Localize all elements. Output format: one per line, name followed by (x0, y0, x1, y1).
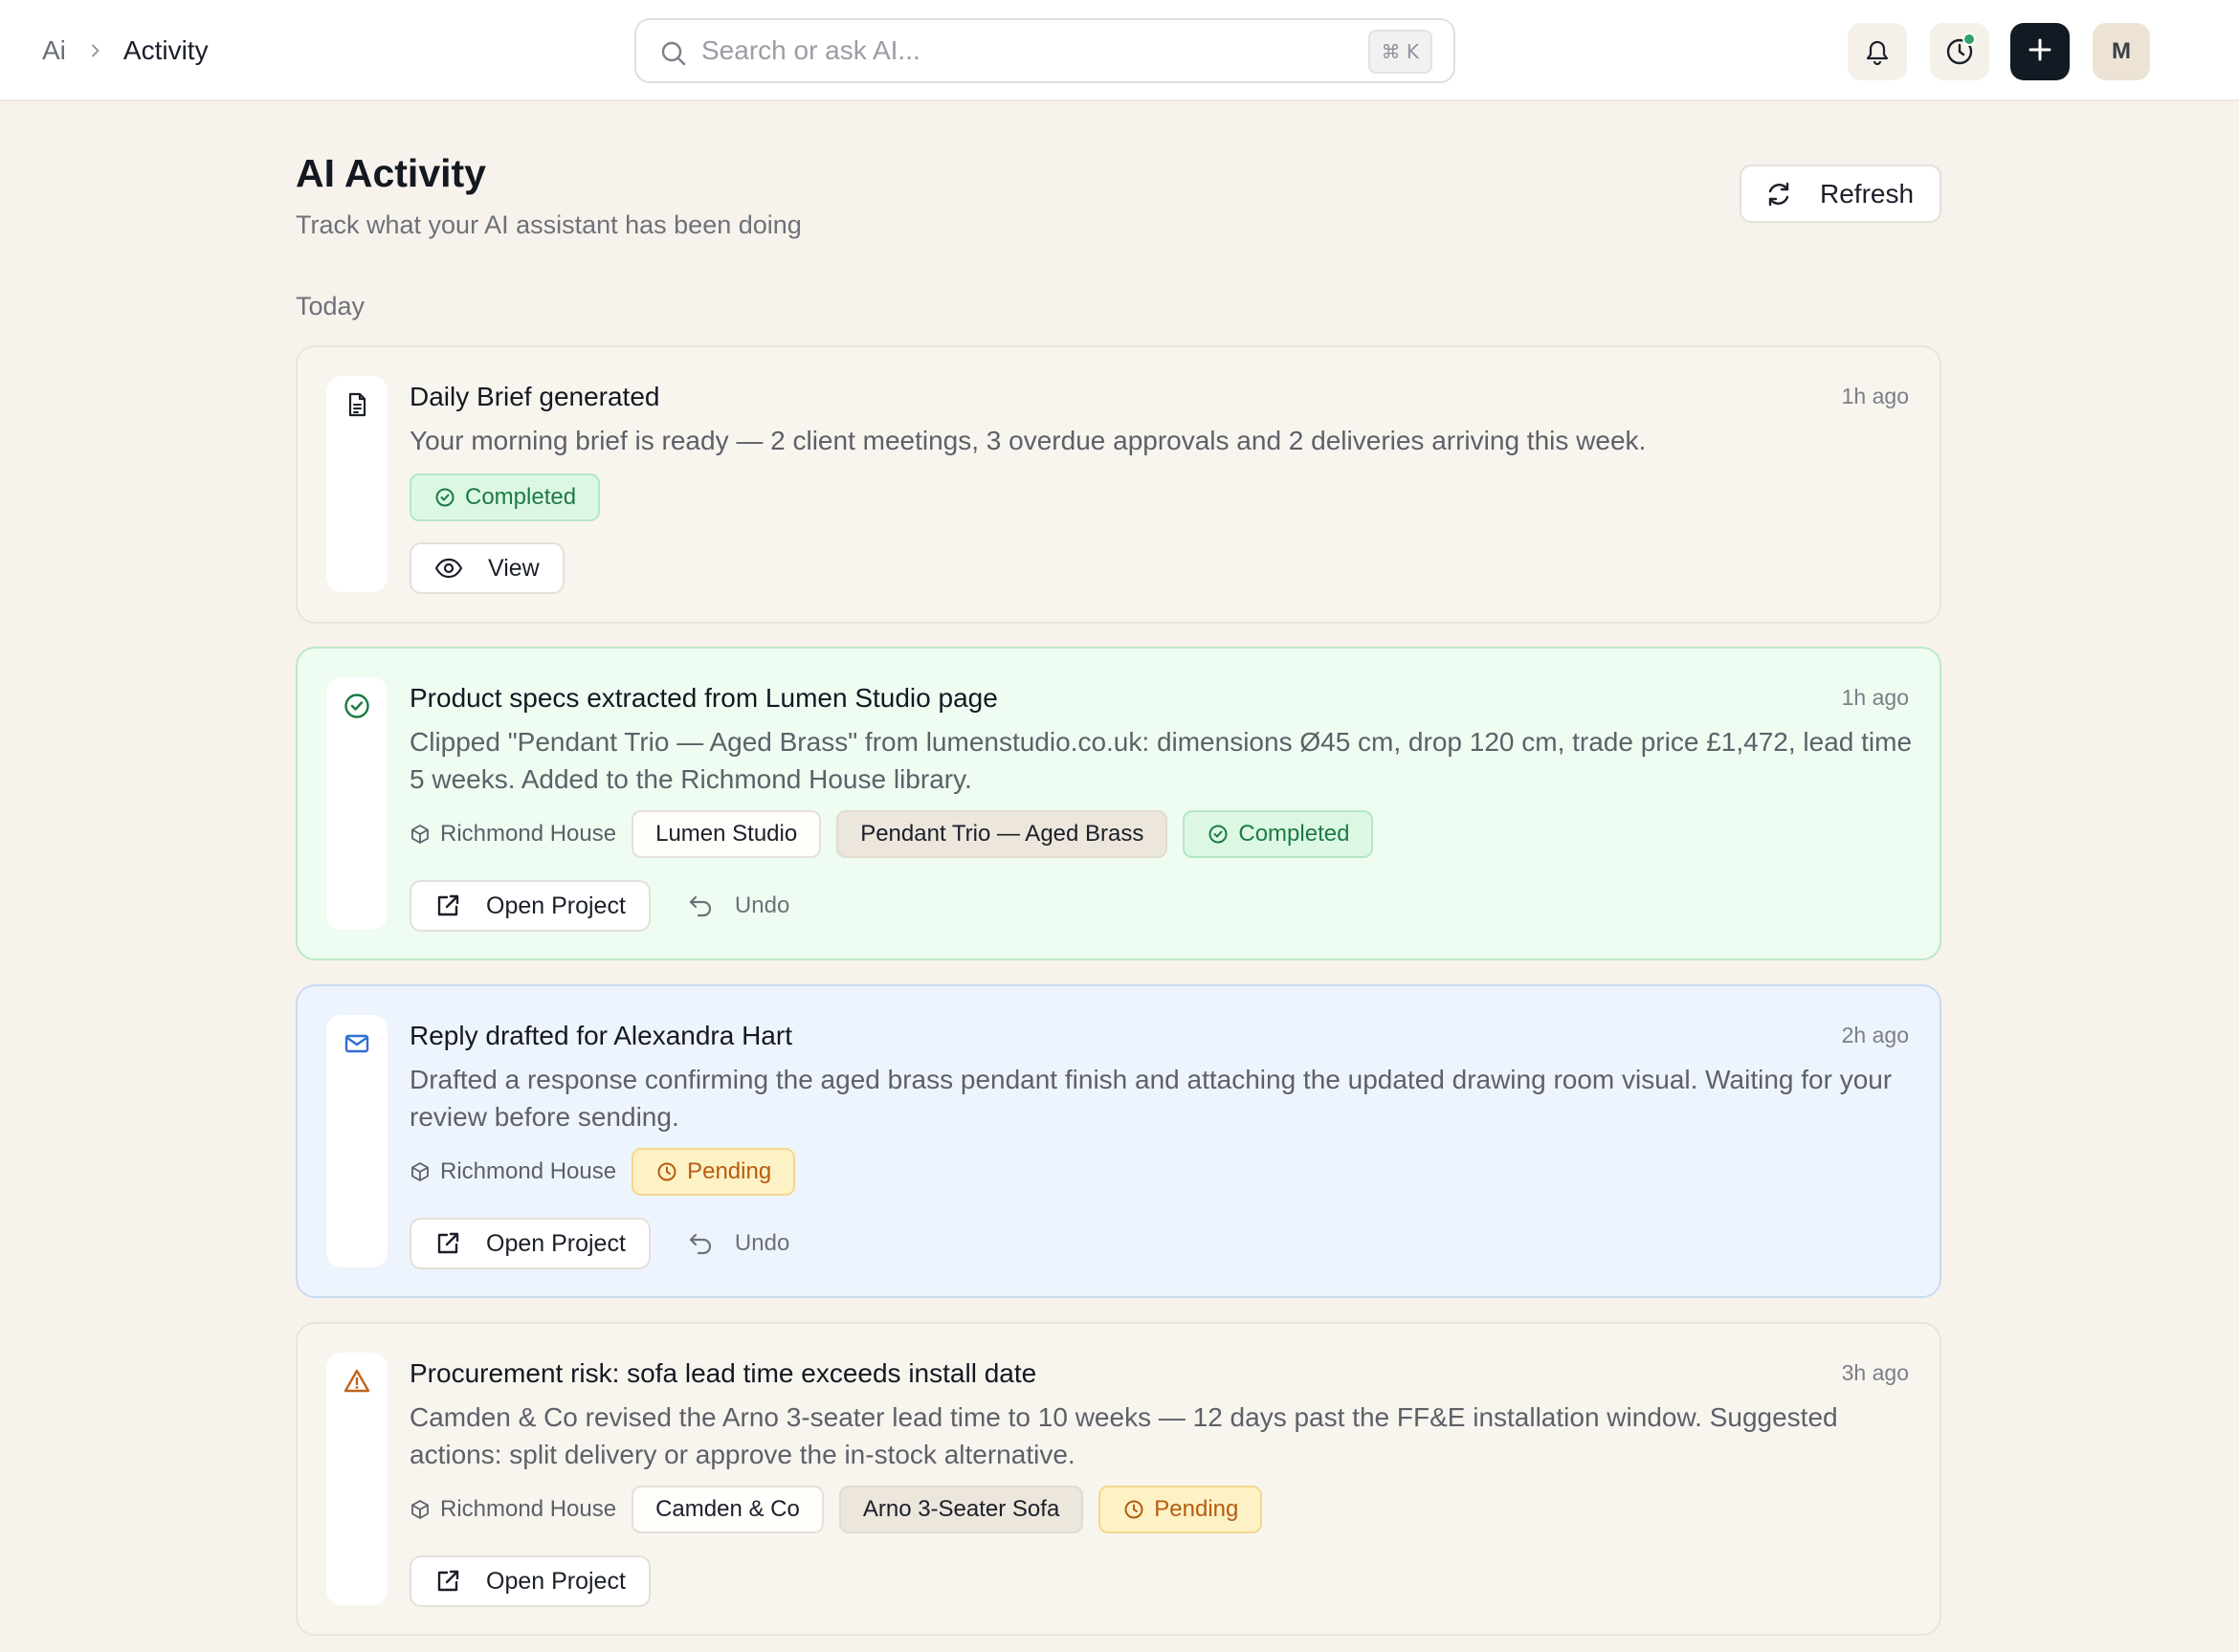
external-link-icon (437, 1570, 459, 1592)
status-label: Completed (465, 484, 577, 510)
open-project-button[interactable]: Open Project (410, 880, 651, 932)
activity-timestamp: 2h ago (1841, 1023, 1909, 1047)
activity-description: Drafted a response confirming the aged b… (410, 1065, 1893, 1132)
open-project-label: Open Project (486, 892, 626, 919)
undo-button[interactable]: Undo (687, 892, 789, 919)
activity-meta-row: Richmond House Camden & Co Arno 3-Seater… (410, 1486, 1277, 1533)
eye-icon (434, 558, 463, 579)
card-icon-rail (326, 376, 388, 592)
undo-label: Undo (734, 892, 790, 918)
activity-title: Procurement risk: sofa lead time exceeds… (410, 1358, 1037, 1388)
activity-action-row: View (410, 542, 565, 594)
search-icon (659, 39, 688, 68)
refresh-label: Refresh (1820, 178, 1915, 209)
open-project-button[interactable]: Open Project (410, 1218, 651, 1269)
open-project-button[interactable]: Open Project (410, 1555, 651, 1607)
activity-meta-row: Richmond House Lumen Studio Pendant Trio… (410, 810, 1388, 858)
clock-icon (657, 1162, 676, 1181)
check-circle-icon (1208, 825, 1228, 844)
search-input[interactable] (701, 32, 1323, 70)
breadcrumb-current: Activity (122, 35, 209, 65)
activity-card: Procurement risk: sofa lead time exceeds… (296, 1322, 1941, 1636)
activity-card: Daily Brief generated 1h ago Your mornin… (296, 345, 1941, 624)
activity-action-row: Open Project Undo (410, 880, 789, 932)
activity-card: Product specs extracted from Lumen Studi… (296, 647, 1941, 960)
undo-label: Undo (734, 1230, 790, 1256)
page-subtitle: Track what your AI assistant has been do… (296, 210, 802, 239)
project-tag[interactable]: Richmond House (410, 821, 616, 848)
refresh-icon (1768, 182, 1789, 206)
breadcrumb: Ai Activity (42, 33, 209, 69)
clock-icon (1124, 1500, 1143, 1519)
notifications-button[interactable] (1848, 23, 1907, 80)
status-label: Completed (1238, 821, 1350, 847)
online-status-dot (1962, 33, 1976, 46)
supplier-chip[interactable]: Lumen Studio (632, 810, 822, 858)
status-badge: Pending (1098, 1486, 1263, 1533)
product-chip[interactable]: Pendant Trio — Aged Brass (836, 810, 1168, 858)
check-circle-icon (344, 693, 370, 719)
activity-meta-row: Completed (410, 474, 615, 521)
undo-icon (689, 1233, 712, 1255)
activity-timestamp: 3h ago (1841, 1360, 1909, 1385)
breadcrumb-root-link[interactable]: Ai (42, 33, 66, 69)
view-button[interactable]: View (410, 542, 565, 594)
supplier-chip[interactable]: Camden & Co (632, 1486, 824, 1533)
activity-title: Reply drafted for Alexandra Hart (410, 1021, 792, 1050)
status-badge: Completed (1183, 810, 1374, 858)
plus-icon (2028, 37, 2052, 67)
page-title: AI Activity (296, 151, 486, 195)
check-circle-icon (435, 488, 454, 507)
status-badge: Completed (410, 474, 601, 521)
project-tag[interactable]: Richmond House (410, 1496, 616, 1523)
project-tag[interactable]: Richmond House (410, 1158, 616, 1185)
document-icon (344, 391, 370, 418)
add-button[interactable] (2010, 23, 2070, 80)
warning-icon (344, 1368, 370, 1395)
undo-icon (689, 895, 712, 917)
product-chip[interactable]: Arno 3-Seater Sofa (838, 1486, 1084, 1533)
refresh-button[interactable]: Refresh (1740, 165, 1941, 223)
box-icon (411, 1500, 429, 1519)
user-avatar[interactable]: M (2093, 23, 2150, 80)
box-icon (411, 1162, 429, 1181)
activity-description: Your morning brief is ready — 2 client m… (410, 426, 1647, 455)
status-label: Pending (687, 1158, 772, 1184)
bell-icon (1864, 37, 1891, 66)
activity-action-row: Open Project Undo (410, 1218, 789, 1269)
top-bar: Ai Activity ⌘ K M (0, 0, 2239, 101)
search-bar[interactable]: ⌘ K (634, 18, 1455, 83)
open-project-label: Open Project (486, 1229, 626, 1257)
activity-meta-row: Richmond House Pending (410, 1148, 810, 1196)
activity-title: Daily Brief generated (410, 382, 660, 411)
project-name: Richmond House (440, 821, 617, 847)
activity-timestamp: 1h ago (1841, 384, 1909, 408)
activity-description: Clipped "Pendant Trio — Aged Brass" from… (410, 727, 1913, 794)
activity-timestamp: 1h ago (1841, 685, 1909, 710)
undo-button[interactable]: Undo (687, 1230, 789, 1257)
status-label: Pending (1154, 1496, 1239, 1522)
status-badge: Pending (632, 1148, 796, 1196)
activity-card: Reply drafted for Alexandra Hart 2h ago … (296, 984, 1941, 1298)
keyboard-shortcut-badge: ⌘ K (1367, 30, 1432, 74)
activity-history-button[interactable] (1930, 23, 1989, 80)
activity-description: Camden & Co revised the Arno 3-seater le… (410, 1402, 1838, 1469)
activity-action-row: Open Project (410, 1555, 651, 1607)
external-link-icon (437, 894, 459, 916)
box-icon (411, 825, 429, 844)
chevron-right-icon (89, 44, 102, 57)
card-icon-rail (326, 1353, 388, 1605)
view-button-label: View (488, 554, 540, 582)
project-name: Richmond House (440, 1158, 617, 1184)
activity-title: Product specs extracted from Lumen Studi… (410, 683, 998, 713)
external-link-icon (437, 1232, 459, 1254)
section-label-today: Today (296, 292, 366, 320)
project-name: Richmond House (440, 1496, 617, 1522)
card-icon-rail (326, 1015, 388, 1267)
mail-icon (344, 1030, 370, 1057)
open-project-label: Open Project (486, 1567, 626, 1595)
card-icon-rail (326, 677, 388, 930)
